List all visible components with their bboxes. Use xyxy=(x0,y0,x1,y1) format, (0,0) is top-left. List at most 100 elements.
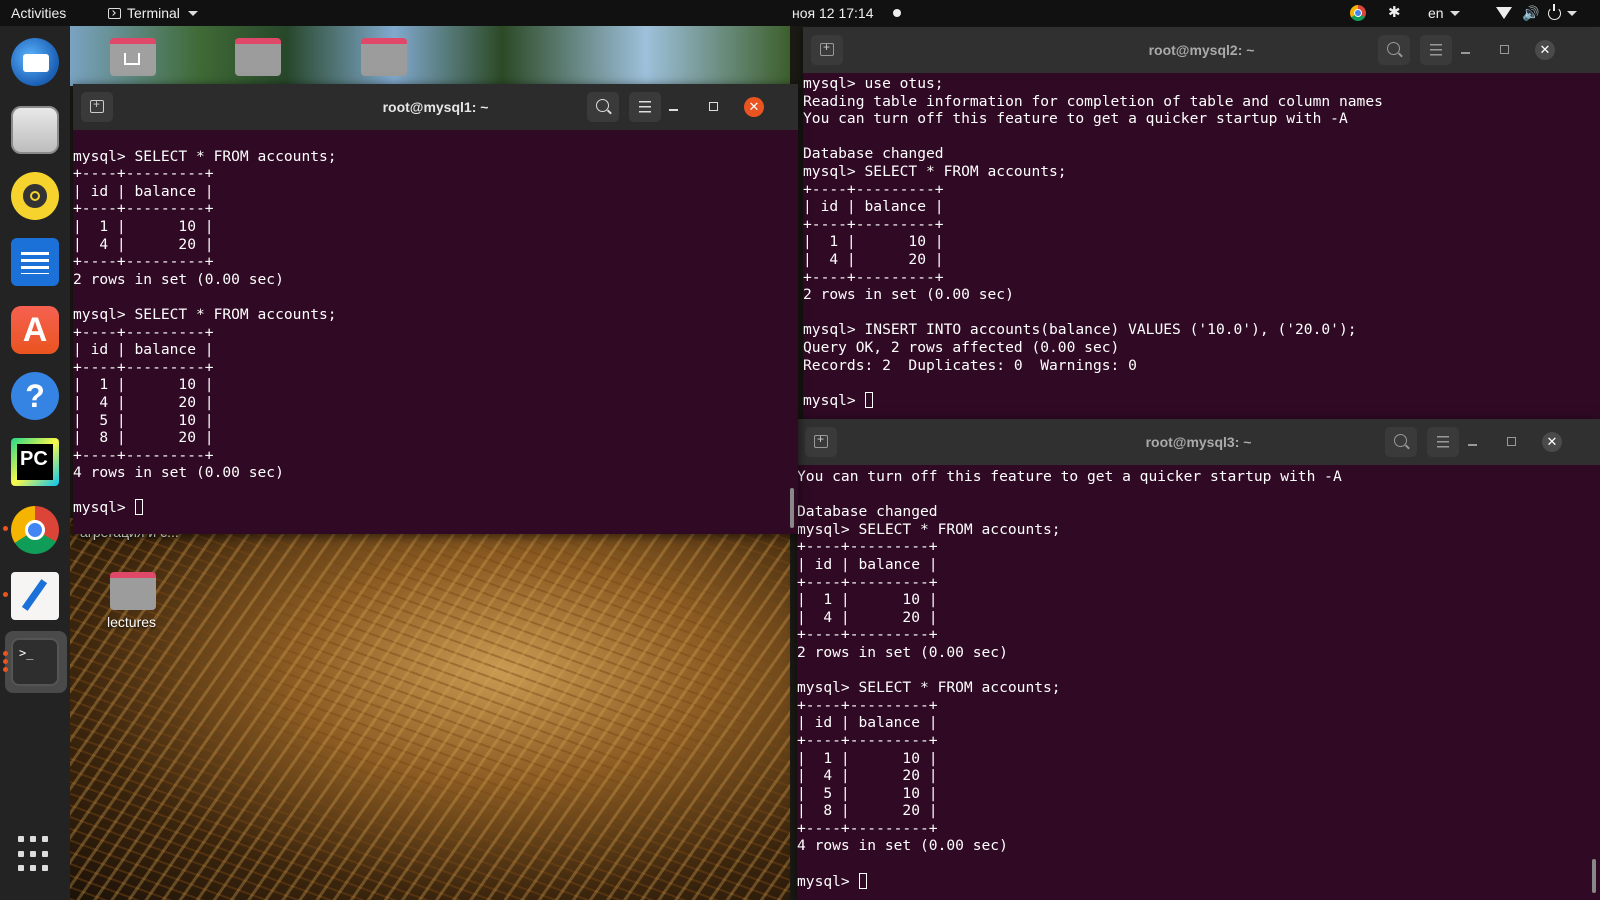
terminal-line: +----+---------+ xyxy=(803,180,944,198)
search-icon xyxy=(1394,434,1407,447)
desktop-icon-label[interactable]: lectures xyxy=(107,614,156,630)
terminal-window-mysql3[interactable]: root@mysql3: ~ ✕ You can turn off this f… xyxy=(797,419,1600,900)
notification-dot-icon xyxy=(893,9,901,17)
terminal-line: +----+---------+ xyxy=(797,573,938,591)
hamburger-menu-icon xyxy=(1430,44,1442,56)
terminal-output[interactable]: mysql> SELECT * FROM accounts; +----+----… xyxy=(73,130,798,534)
wallpaper xyxy=(70,26,790,86)
terminal-line: +----+---------+ xyxy=(73,446,214,464)
terminal-window-mysql2[interactable]: root@mysql2: ~ ✕ mysql> use otus;Reading… xyxy=(803,27,1600,422)
new-tab-button[interactable] xyxy=(811,35,843,65)
folder-icon[interactable] xyxy=(361,38,407,76)
search-button[interactable] xyxy=(1385,427,1417,457)
chrome-tray-icon[interactable] xyxy=(1350,5,1366,21)
terminal-window-mysql1[interactable]: root@mysql1: ~ ✕ mysql> SELECT * FROM ac… xyxy=(73,84,798,534)
language-label: en xyxy=(1428,5,1444,21)
menu-button[interactable] xyxy=(629,92,661,122)
system-menu[interactable] xyxy=(1548,0,1577,26)
folder-icon[interactable] xyxy=(110,572,156,610)
folder-icon[interactable] xyxy=(235,38,281,76)
terminal-line: You can turn off this feature to get a q… xyxy=(797,468,1342,485)
show-apps-icon[interactable] xyxy=(11,826,59,874)
terminal-line: | 1 | 10 | xyxy=(73,217,214,235)
close-button[interactable]: ✕ xyxy=(1542,432,1562,452)
terminal-line: +----+---------+ xyxy=(797,538,938,556)
close-button[interactable]: ✕ xyxy=(744,97,764,117)
new-tab-button[interactable] xyxy=(81,92,113,122)
text-cursor xyxy=(858,872,867,889)
terminal-line: Database changed xyxy=(797,503,938,521)
text-cursor xyxy=(864,391,873,408)
slack-tray-icon[interactable]: ✱ xyxy=(1388,0,1401,26)
minimize-button[interactable] xyxy=(1463,432,1483,452)
running-indicator xyxy=(3,526,8,531)
clock[interactable]: ноя 12 17:14 xyxy=(792,0,873,26)
ubuntu-software-icon[interactable]: A xyxy=(11,306,59,354)
activities-button[interactable]: Activities xyxy=(11,0,66,26)
files-icon[interactable] xyxy=(11,106,59,154)
close-icon: ✕ xyxy=(1539,42,1551,57)
terminal-icon[interactable]: >_ xyxy=(11,638,59,686)
wifi-icon[interactable] xyxy=(1496,7,1512,19)
terminal-line: | 1 | 10 | xyxy=(797,749,938,767)
home-folder-icon[interactable] xyxy=(110,38,156,76)
terminal-line: | 1 | 10 | xyxy=(797,591,938,609)
title-bar[interactable]: root@mysql3: ~ ✕ xyxy=(797,419,1600,465)
close-icon: ✕ xyxy=(1546,434,1558,449)
minimize-icon xyxy=(1461,52,1470,54)
maximize-button[interactable] xyxy=(1495,40,1515,60)
new-tab-icon xyxy=(90,97,104,113)
search-button[interactable] xyxy=(587,92,619,122)
maximize-icon xyxy=(1500,45,1509,54)
maximize-button[interactable] xyxy=(1502,432,1522,452)
scrollbar[interactable] xyxy=(790,488,794,528)
libreoffice-writer-icon[interactable] xyxy=(11,238,59,286)
language-selector[interactable]: en xyxy=(1428,0,1460,26)
menu-button[interactable] xyxy=(1427,427,1459,457)
hamburger-menu-icon xyxy=(1437,436,1449,448)
terminal-line: +----+---------+ xyxy=(803,215,944,233)
terminal-line: mysql> SELECT * FROM accounts; xyxy=(803,162,1067,180)
close-button[interactable]: ✕ xyxy=(1535,40,1555,60)
minimize-button[interactable] xyxy=(1456,40,1476,60)
app-menu[interactable]: Terminal xyxy=(108,0,198,26)
title-bar[interactable]: root@mysql1: ~ ✕ xyxy=(73,84,798,130)
terminal-line: | id | balance | xyxy=(73,341,214,359)
scrollbar[interactable] xyxy=(1592,859,1596,893)
chrome-icon[interactable] xyxy=(11,506,59,554)
terminal-line: | 1 | 10 | xyxy=(73,376,214,394)
minimize-icon xyxy=(669,109,678,111)
running-indicator xyxy=(3,592,8,597)
search-button[interactable] xyxy=(1378,35,1410,65)
text-editor-icon[interactable] xyxy=(11,572,59,620)
terminal-output[interactable]: mysql> use otus; Reading table informatio… xyxy=(803,75,1600,422)
terminal-line: | 5 | 10 | xyxy=(797,784,938,802)
maximize-button[interactable] xyxy=(704,97,724,117)
title-bar[interactable]: root@mysql2: ~ ✕ xyxy=(803,27,1600,73)
search-icon xyxy=(596,99,609,112)
volume-icon[interactable]: 🔊 xyxy=(1522,0,1539,26)
window-title: root@mysql1: ~ xyxy=(382,99,489,115)
rhythmbox-icon[interactable] xyxy=(11,172,59,220)
search-icon xyxy=(1387,42,1400,55)
menu-button[interactable] xyxy=(1420,35,1452,65)
terminal-line: +----+---------+ xyxy=(797,626,938,644)
terminal-line: | 4 | 20 | xyxy=(803,250,944,268)
help-icon[interactable]: ? xyxy=(11,372,59,420)
terminal-line: Records: 2 Duplicates: 0 Warnings: 0 xyxy=(803,356,1137,374)
chevron-down-icon xyxy=(187,10,198,16)
pycharm-icon[interactable] xyxy=(11,438,59,486)
terminal-line: | 4 | 20 | xyxy=(73,393,214,411)
thunderbird-icon[interactable] xyxy=(11,38,59,86)
terminal-output[interactable]: You can turn off this feature to get a q… xyxy=(797,468,1600,900)
running-indicator xyxy=(3,659,8,664)
new-tab-button[interactable] xyxy=(805,427,837,457)
terminal-line: | id | balance | xyxy=(797,714,938,732)
minimize-button[interactable] xyxy=(664,97,684,117)
terminal-line: +----+---------+ xyxy=(73,358,214,376)
